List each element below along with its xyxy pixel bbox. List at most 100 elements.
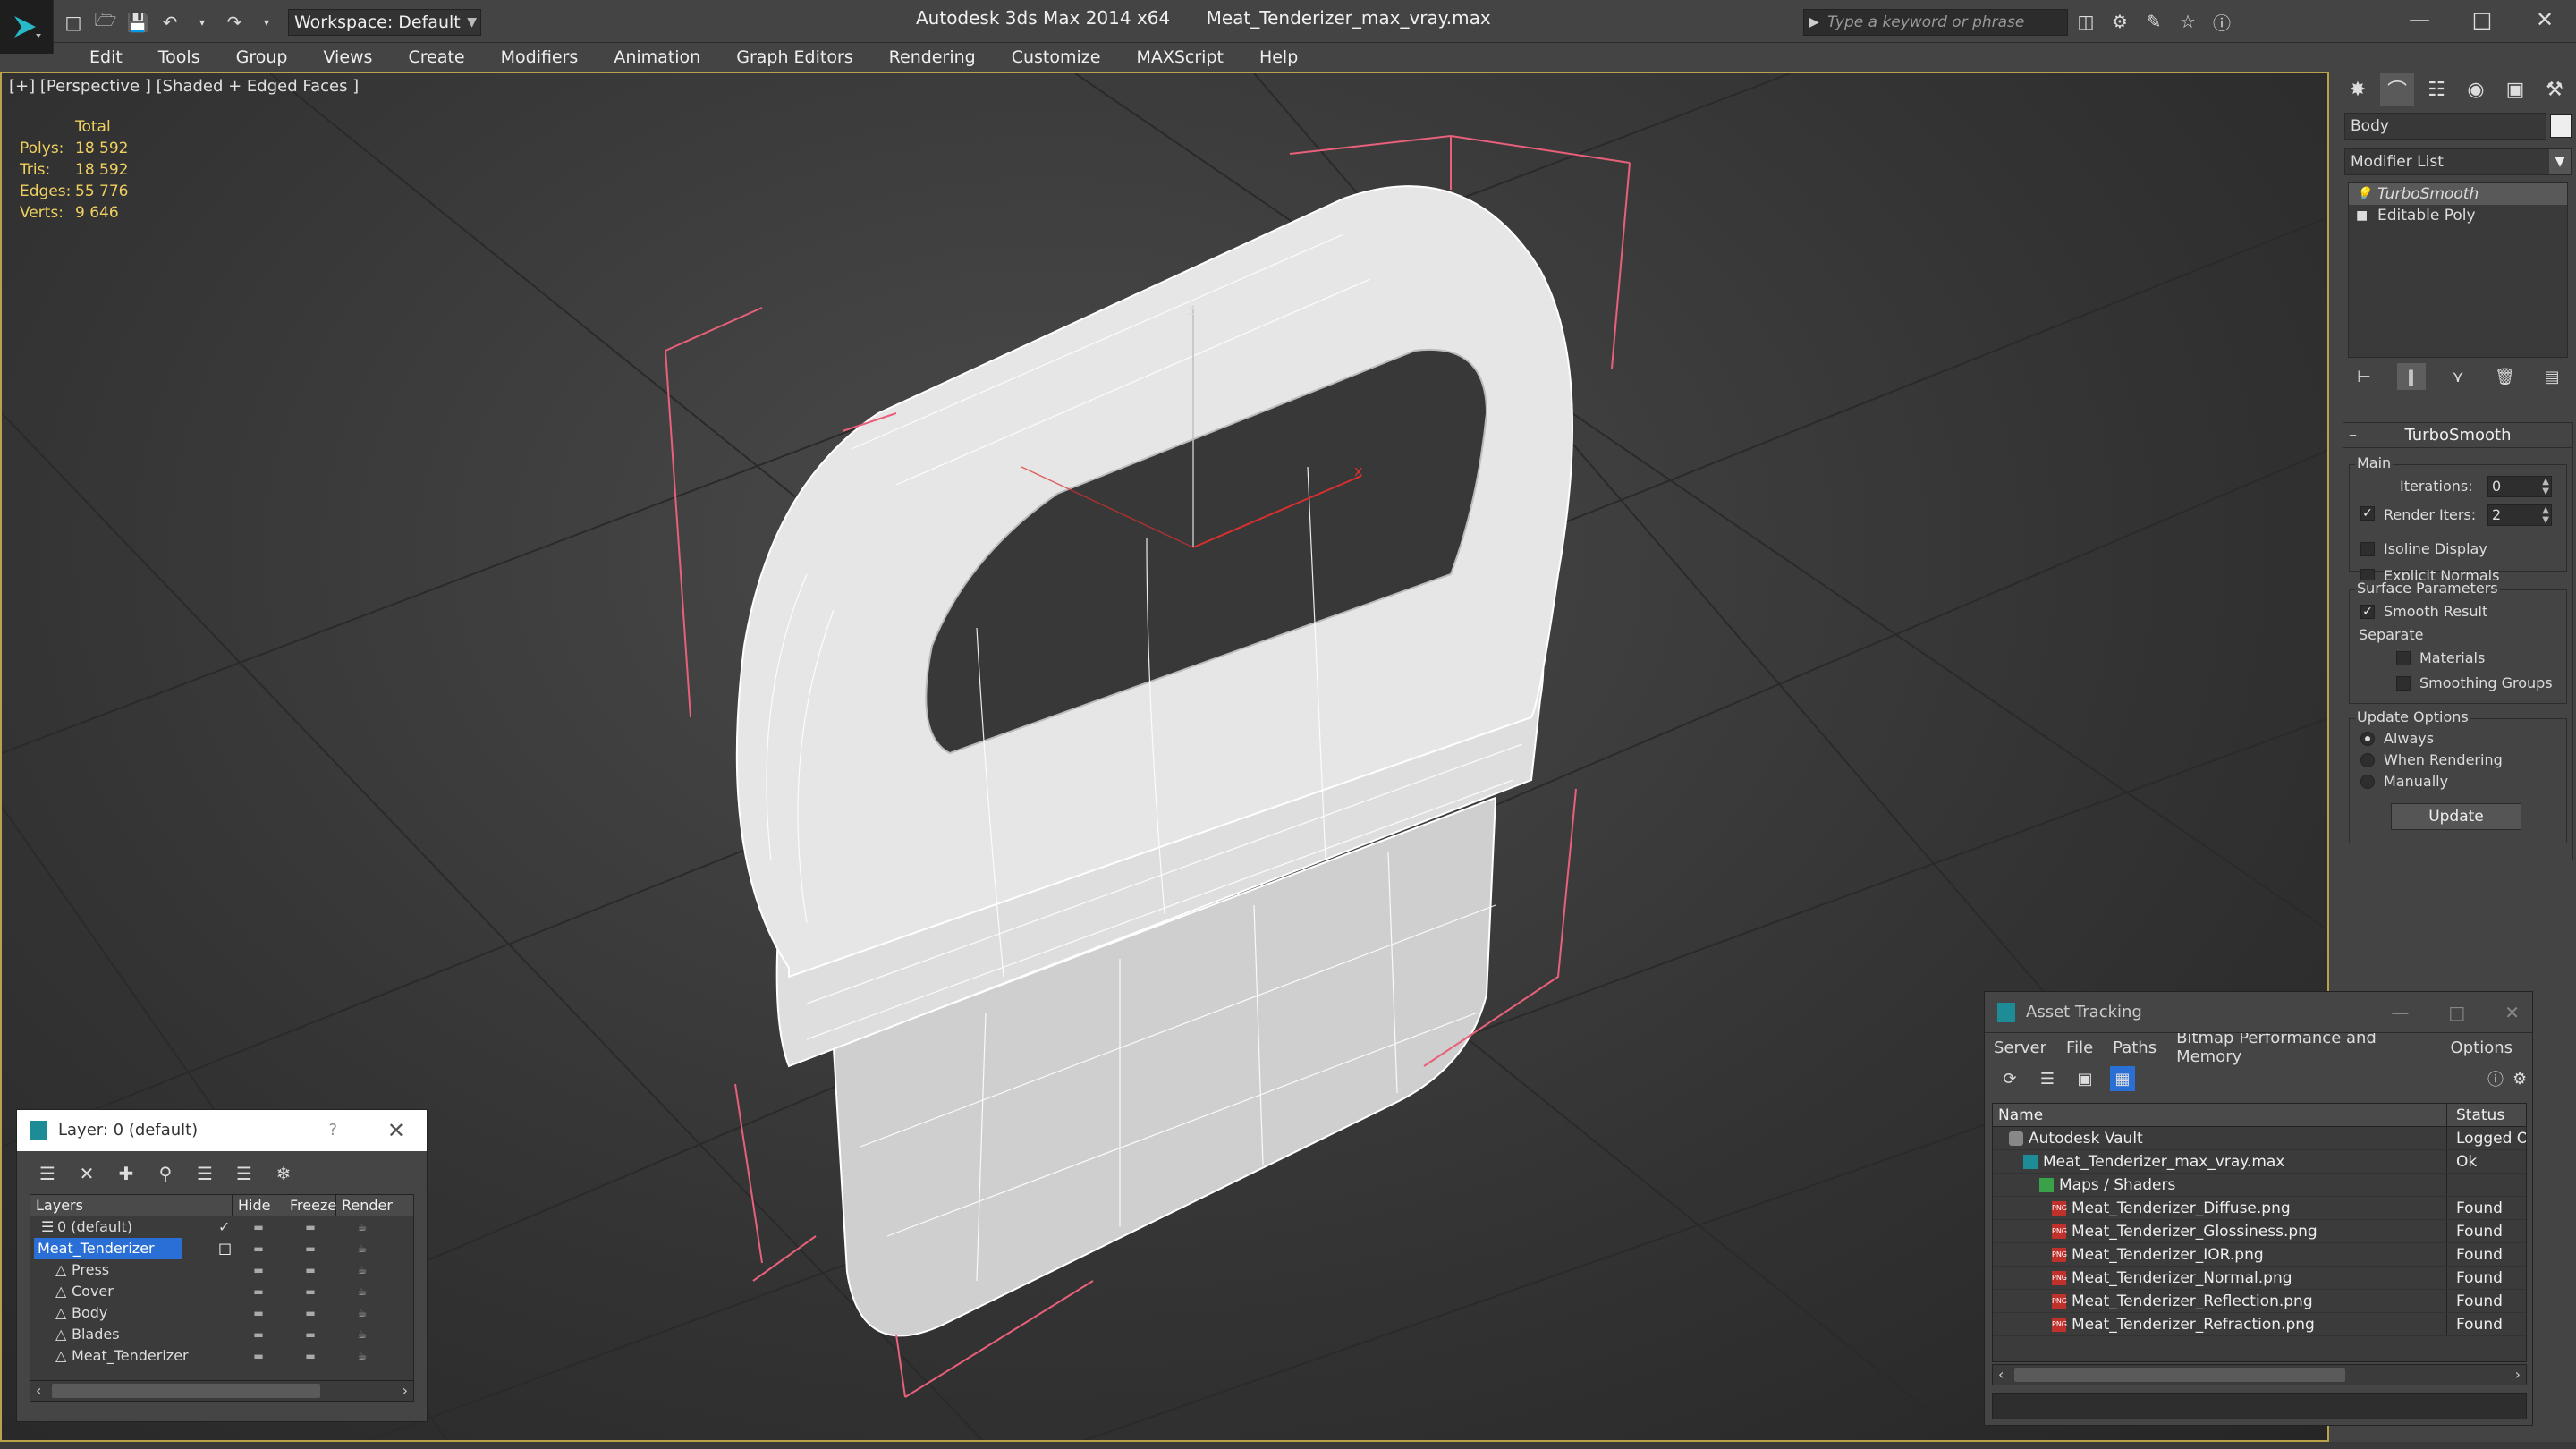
dialog-title-bar[interactable]: Layer: 0 (default) ? ✕ xyxy=(17,1110,427,1151)
asset-row[interactable]: PNG Meat_Tenderizer_Reflection.png Found xyxy=(1993,1290,2526,1313)
hide-toggle[interactable]: ▬ xyxy=(233,1259,284,1281)
open-file-icon[interactable]: 🗁 xyxy=(93,9,118,35)
minimize-icon[interactable]: — xyxy=(2391,992,2409,1033)
scroll-right-icon[interactable]: › xyxy=(402,1381,408,1401)
stack-item-turbosmooth[interactable]: 💡 TurboSmooth xyxy=(2349,183,2567,205)
hide-toggle[interactable]: ▬ xyxy=(233,1238,284,1259)
create-tab-icon[interactable]: ✸ xyxy=(2341,73,2375,106)
new-file-icon[interactable]: □ xyxy=(61,10,86,35)
meat-tenderizer-mesh[interactable] xyxy=(735,185,1573,1337)
undo-dropdown-icon[interactable]: ▾ xyxy=(190,10,215,35)
app-logo-button[interactable] xyxy=(0,0,54,54)
column-layers[interactable]: Layers xyxy=(30,1195,233,1216)
render-iters-checkbox[interactable]: ✓ xyxy=(2360,506,2375,521)
modifier-list-dropdown[interactable]: Modifier List ▼ xyxy=(2344,148,2572,175)
menu-rendering[interactable]: Rendering xyxy=(871,47,994,67)
menu-server[interactable]: Server xyxy=(1994,1038,2046,1057)
layer-row[interactable]: Meat_Tenderizer □ ▬ ▬ ☕ xyxy=(30,1238,413,1259)
asset-path-field[interactable] xyxy=(1992,1393,2527,1419)
menu-options[interactable]: Options xyxy=(2451,1038,2512,1057)
menu-help[interactable]: Help xyxy=(1241,47,1316,67)
create-layer-icon[interactable]: ☰ xyxy=(33,1160,62,1187)
show-end-result-icon[interactable]: ‖ xyxy=(2396,363,2426,390)
render-teapot-icon[interactable]: ☕ xyxy=(336,1302,388,1324)
asset-row[interactable]: PNG Meat_Tenderizer_Normal.png Found xyxy=(1993,1267,2526,1290)
layer-object-row[interactable]: △ Press ▬ ▬ ☕ xyxy=(30,1259,413,1281)
column-render[interactable]: Render xyxy=(336,1195,393,1216)
scrollbar-thumb[interactable] xyxy=(2014,1368,2345,1382)
layers-horizontal-scrollbar[interactable]: ‹ › xyxy=(30,1380,414,1402)
remove-modifier-icon[interactable]: 🗑 xyxy=(2491,363,2520,390)
help-button[interactable]: ? xyxy=(328,1110,337,1151)
layer-object-row[interactable]: △ Body ▬ ▬ ☕ xyxy=(30,1302,413,1324)
maximize-icon[interactable]: □ xyxy=(2448,992,2465,1033)
freeze-toggle[interactable]: ▬ xyxy=(284,1238,336,1259)
scroll-left-icon[interactable]: ‹ xyxy=(36,1381,41,1401)
freeze-all-icon[interactable]: ❄ xyxy=(269,1160,298,1187)
update-when-rendering-radio[interactable] xyxy=(2360,753,2375,767)
help-icon[interactable]: ⓘ xyxy=(2209,9,2234,34)
hide-toggle[interactable]: ▬ xyxy=(233,1302,284,1324)
render-teapot-icon[interactable]: ☕ xyxy=(336,1324,388,1345)
asset-row[interactable]: Meat_Tenderizer_max_vray.max Ok xyxy=(1993,1150,2526,1174)
update-manually-radio[interactable] xyxy=(2360,775,2375,789)
menu-bitmap-performance[interactable]: Bitmap Performance and Memory xyxy=(2176,1029,2430,1066)
render-teapot-icon[interactable]: ☕ xyxy=(336,1345,388,1367)
asset-horizontal-scrollbar[interactable]: ‹ › xyxy=(1992,1364,2527,1385)
smooth-result-checkbox[interactable]: ✓ xyxy=(2360,605,2375,619)
render-teapot-icon[interactable]: ☕ xyxy=(336,1259,388,1281)
highlight-layer-icon[interactable]: ☰ xyxy=(191,1160,219,1187)
hide-all-icon[interactable]: ☰ xyxy=(230,1160,258,1187)
asset-row[interactable]: Maps / Shaders xyxy=(1993,1174,2526,1197)
isoline-display-checkbox[interactable] xyxy=(2360,542,2375,556)
object-color-swatch[interactable] xyxy=(2550,114,2572,138)
object-name-field[interactable]: Body xyxy=(2344,113,2546,140)
freeze-toggle[interactable]: ▬ xyxy=(284,1281,336,1302)
column-name[interactable]: Name xyxy=(1993,1104,2447,1126)
close-icon[interactable]: ✕ xyxy=(2504,992,2520,1033)
menu-group[interactable]: Group xyxy=(218,47,306,67)
viewport-label-menu[interactable]: [+] [Perspective ] [Shaded + Edged Faces… xyxy=(9,77,359,96)
asset-row[interactable]: Autodesk Vault Logged O xyxy=(1993,1127,2526,1150)
save-file-icon[interactable]: 💾 xyxy=(125,10,150,35)
layer-row[interactable]: ☰ 0 (default) ✓ ▬ ▬ ☕ xyxy=(30,1216,413,1238)
layer-object-row[interactable]: △ Cover ▬ ▬ ☕ xyxy=(30,1281,413,1302)
menu-edit[interactable]: Edit xyxy=(72,47,140,67)
delete-layer-icon[interactable]: ✕ xyxy=(72,1160,101,1187)
asset-row[interactable]: PNG Meat_Tenderizer_Glossiness.png Found xyxy=(1993,1220,2526,1243)
modify-tab-icon[interactable]: ⌒ xyxy=(2380,73,2414,106)
list-view-icon[interactable]: ☰ xyxy=(2035,1066,2060,1091)
menu-file[interactable]: File xyxy=(2066,1038,2093,1057)
freeze-toggle[interactable]: ▬ xyxy=(284,1259,336,1281)
separate-materials-checkbox[interactable] xyxy=(2396,651,2411,665)
menu-animation[interactable]: Animation xyxy=(596,47,718,67)
render-teapot-icon[interactable]: ☕ xyxy=(336,1238,388,1259)
refresh-icon[interactable]: ⟳ xyxy=(1997,1066,2022,1091)
menu-paths[interactable]: Paths xyxy=(2113,1038,2157,1057)
select-objects-icon[interactable]: ⚲ xyxy=(151,1160,180,1187)
maximize-icon[interactable]: □ xyxy=(2451,0,2513,39)
favorites-star-icon[interactable]: ☆ xyxy=(2175,9,2200,34)
communication-icon[interactable]: ✎ xyxy=(2141,9,2166,34)
iterations-spinner[interactable]: 0 ▲ ▼ xyxy=(2487,476,2552,497)
active-layer-box-icon[interactable]: □ xyxy=(218,1238,232,1259)
close-icon[interactable]: ✕ xyxy=(2513,0,2576,39)
scroll-right-icon[interactable]: › xyxy=(2515,1365,2521,1385)
menu-graph-editors[interactable]: Graph Editors xyxy=(718,47,870,67)
column-status[interactable]: Status xyxy=(2447,1104,2504,1126)
menu-modifiers[interactable]: Modifiers xyxy=(483,47,597,67)
menu-views[interactable]: Views xyxy=(305,47,390,67)
undo-icon[interactable]: ↶ xyxy=(157,10,182,35)
rollout-header[interactable]: – TurboSmooth xyxy=(2343,423,2572,448)
menu-create[interactable]: Create xyxy=(390,47,482,67)
pin-stack-icon[interactable]: ⊢ xyxy=(2350,363,2378,390)
add-to-layer-icon[interactable]: ✚ xyxy=(112,1160,140,1187)
render-iters-spinner[interactable]: 2 ▲ ▼ xyxy=(2487,504,2552,526)
asset-row[interactable]: PNG Meat_Tenderizer_Diffuse.png Found xyxy=(1993,1197,2526,1220)
dialog-title-bar[interactable]: Asset Tracking — □ ✕ xyxy=(1985,992,2532,1033)
scroll-left-icon[interactable]: ‹ xyxy=(1998,1365,2004,1385)
hierarchy-tab-icon[interactable]: ☷ xyxy=(2419,73,2453,106)
spinner-arrows-icon[interactable]: ▲ ▼ xyxy=(2542,505,2549,525)
minimize-icon[interactable]: — xyxy=(2388,0,2451,39)
make-unique-icon[interactable]: ⋎ xyxy=(2444,363,2472,390)
